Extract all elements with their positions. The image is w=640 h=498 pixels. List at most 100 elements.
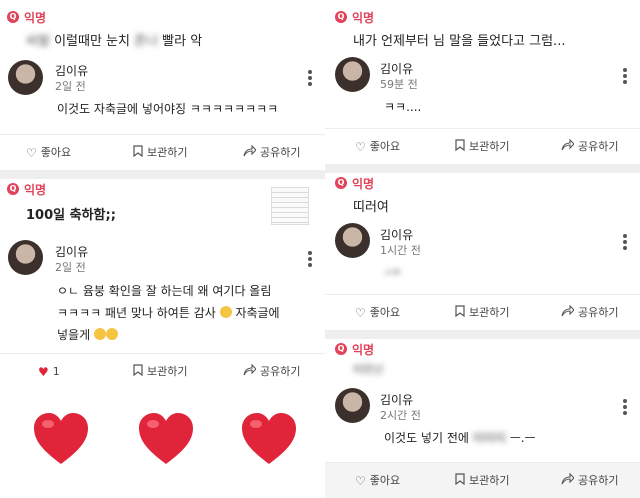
- like-button[interactable]: ♡ 좋아요: [355, 463, 400, 498]
- category-label: 익명: [352, 342, 375, 357]
- bookmark-label: 보관하기: [469, 306, 510, 319]
- share-label: 공유하기: [260, 365, 301, 378]
- share-label: 공유하기: [260, 146, 301, 159]
- anonymous-icon: Q: [335, 11, 347, 23]
- comment-text: ㅋㅋㅋㅋ 패년 맞나 하여튼 감사: [57, 306, 216, 320]
- like-button[interactable]: ♡ 좋아요: [26, 135, 71, 171]
- bookmark-icon: [455, 295, 465, 331]
- comment-body: 이것도 자축글에 넣어야징 ㅋㅋㅋㅋㅋㅋㅋㅋ: [57, 98, 278, 120]
- like-count: 1: [52, 365, 60, 378]
- heart-emoji-icon: [34, 413, 88, 464]
- author-name[interactable]: 김이유: [380, 226, 413, 243]
- category-tag[interactable]: Q 익명: [7, 8, 46, 26]
- divider: [0, 170, 325, 179]
- like-label: 좋아요: [369, 474, 401, 487]
- like-button[interactable]: ♥ 1: [38, 354, 60, 390]
- author-name[interactable]: 김이유: [380, 391, 413, 408]
- blurred-comment: ㅅㅂ: [384, 268, 401, 278]
- post-thumbnail[interactable]: [271, 187, 309, 225]
- avatar[interactable]: [335, 388, 370, 423]
- category-tag[interactable]: Q 익명: [335, 340, 374, 358]
- action-bar: ♡ 좋아요 보관하기 공유하기: [325, 294, 640, 330]
- smile-emoji-icon: [219, 306, 232, 318]
- category-tag[interactable]: Q 익명: [335, 8, 374, 26]
- anonymous-icon: Q: [335, 177, 347, 189]
- author-name[interactable]: 김이유: [380, 60, 413, 77]
- comment-line: ㅋㅋㅋㅋ 패년 맞나 하여튼 감사 자축글에: [57, 302, 280, 324]
- post-time: 1시간 전: [380, 244, 421, 257]
- category-label: 익명: [352, 10, 375, 25]
- share-label: 공유하기: [578, 140, 619, 153]
- comment-line: 넣을게: [57, 324, 280, 346]
- bookmark-label: 보관하기: [469, 140, 510, 153]
- share-icon: [243, 135, 257, 171]
- heart-emoji-icon: [139, 413, 193, 464]
- bookmark-button[interactable]: 보관하기: [455, 295, 509, 331]
- comment-body: 이것도 넣기 전에 띠띠띠 ㅡ.ㅡ: [384, 427, 536, 449]
- right-column: Q 익명 내가 언제부터 님 말을 들었다고 그럼... 김이유 59분 전 ㅋ…: [325, 0, 640, 498]
- divider: [325, 164, 640, 173]
- blurred-word: 존나: [134, 34, 159, 49]
- post-title[interactable]: 씨발 이럴때만 눈치 존나 빨라 악: [26, 30, 202, 49]
- more-options-icon[interactable]: [623, 68, 627, 84]
- bookmark-button[interactable]: 보관하기: [455, 129, 509, 165]
- divider: [325, 330, 640, 339]
- post-time: 2일 전: [55, 80, 86, 93]
- comment-text: 넣을게: [57, 328, 91, 342]
- title-text: 이럴때만 눈치: [54, 34, 130, 49]
- share-icon: [561, 129, 575, 165]
- heart-emoji-icon: [242, 413, 296, 464]
- category-label: 익명: [24, 10, 47, 25]
- share-button[interactable]: 공유하기: [243, 354, 300, 390]
- bookmark-icon: [133, 135, 143, 171]
- more-options-icon[interactable]: [308, 251, 312, 267]
- comment-body: ㅋㅋ....: [384, 100, 422, 114]
- comment-text: 자축글에: [235, 306, 280, 320]
- author-name[interactable]: 김이유: [55, 62, 88, 79]
- category-tag[interactable]: Q 익명: [335, 174, 374, 192]
- heart-filled-icon: ♥: [38, 365, 49, 379]
- like-label: 좋아요: [369, 140, 401, 153]
- bookmark-button[interactable]: 보관하기: [133, 135, 187, 171]
- heart-outline-icon: ♡: [355, 474, 366, 488]
- share-button[interactable]: 공유하기: [561, 129, 618, 165]
- comment-text: 이것도 넣기 전에: [384, 431, 469, 445]
- like-button[interactable]: ♡ 좋아요: [355, 295, 400, 331]
- post-title[interactable]: 내가 언제부터 님 말을 들었다고 그럼...: [353, 30, 565, 49]
- category-tag[interactable]: Q 익명: [7, 180, 46, 198]
- more-options-icon[interactable]: [623, 234, 627, 250]
- blurred-word: 띠띠띠: [472, 431, 506, 445]
- comment-text: ㅡ.ㅡ: [509, 431, 536, 445]
- post-time: 59분 전: [380, 78, 418, 91]
- bookmark-label: 보관하기: [147, 146, 188, 159]
- comment-line: 이것도 자축글에 넣어야징 ㅋㅋㅋㅋㅋㅋㅋㅋ: [57, 102, 279, 116]
- more-options-icon[interactable]: [308, 70, 312, 86]
- author-name[interactable]: 김이유: [55, 243, 88, 260]
- share-label: 공유하기: [578, 306, 619, 319]
- avatar[interactable]: [335, 223, 370, 258]
- anonymous-icon: Q: [7, 11, 19, 23]
- post-title[interactable]: 100일 축하함;;: [26, 204, 116, 223]
- bookmark-label: 보관하기: [147, 365, 188, 378]
- anonymous-icon: Q: [7, 183, 19, 195]
- action-bar: ♡ 좋아요 보관하기 공유하기: [325, 462, 640, 498]
- action-bar: ♡ 좋아요 보관하기 공유하기: [0, 134, 325, 170]
- bookmark-button[interactable]: 보관하기: [133, 354, 187, 390]
- post-time: 2시간 전: [380, 409, 421, 422]
- share-button[interactable]: 공유하기: [561, 295, 618, 331]
- like-button[interactable]: ♡ 좋아요: [355, 129, 400, 165]
- blurred-title[interactable]: 띠런넌: [353, 361, 383, 377]
- bookmark-icon: [455, 129, 465, 165]
- share-icon: [561, 295, 575, 331]
- anonymous-icon: Q: [335, 343, 347, 355]
- share-button[interactable]: 공유하기: [243, 135, 300, 171]
- avatar[interactable]: [335, 57, 370, 92]
- share-label: 공유하기: [578, 474, 619, 487]
- like-label: 좋아요: [40, 146, 72, 159]
- avatar[interactable]: [8, 60, 43, 95]
- more-options-icon[interactable]: [623, 399, 627, 415]
- avatar[interactable]: [8, 240, 43, 275]
- share-button[interactable]: 공유하기: [561, 463, 618, 498]
- post-title[interactable]: 띠러여: [353, 196, 389, 215]
- bookmark-button[interactable]: 보관하기: [455, 463, 509, 498]
